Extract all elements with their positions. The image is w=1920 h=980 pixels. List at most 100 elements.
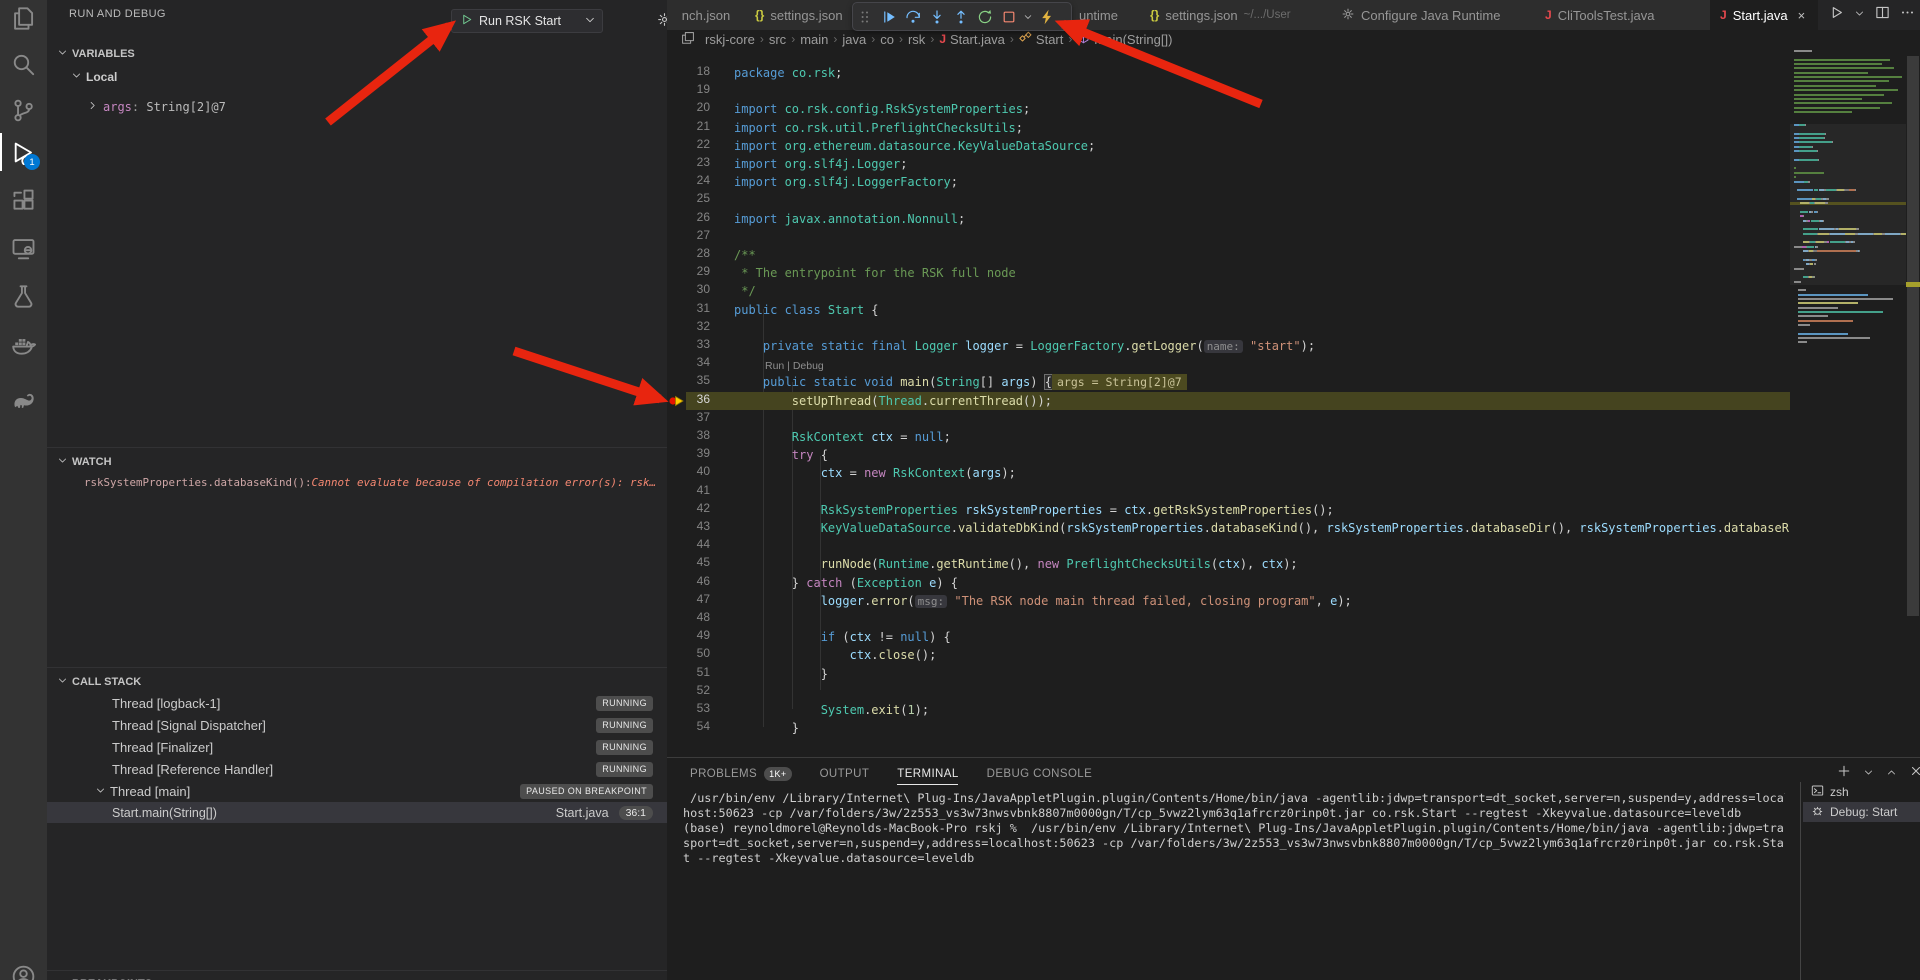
- step-into-icon[interactable]: [925, 5, 949, 29]
- terminal-list-item-zsh[interactable]: zsh: [1803, 782, 1920, 802]
- code-line[interactable]: }: [734, 665, 828, 683]
- watch-section-header[interactable]: WATCH: [47, 452, 667, 471]
- breadcrumb-item[interactable]: main(String[]): [1077, 31, 1172, 47]
- tab-nch-json[interactable]: nch.json: [667, 0, 746, 30]
- breadcrumb-item[interactable]: src: [769, 32, 786, 47]
- breadcrumb-item[interactable]: JStart.java: [939, 32, 1005, 47]
- activity-bar-item-remote-explorer[interactable]: [0, 228, 47, 268]
- breadcrumb-item[interactable]: Start: [1019, 31, 1063, 47]
- chevron-down-icon[interactable]: [1021, 5, 1035, 29]
- call-stack-thread-row[interactable]: Thread [logback-1]RUNNING: [47, 692, 667, 714]
- run-configuration-button[interactable]: Run RSK Start: [451, 9, 603, 33]
- chevron-down-icon: [95, 785, 106, 796]
- close-icon[interactable]: ×: [1798, 8, 1806, 23]
- line-number: 46: [667, 574, 710, 588]
- breadcrumb-item[interactable]: rskj-core: [705, 32, 755, 47]
- line-number: 34: [667, 355, 710, 369]
- code-line[interactable]: ctx.close();: [734, 646, 936, 664]
- code-line[interactable]: System.exit(1);: [734, 701, 929, 719]
- call-stack-thread-row[interactable]: Thread [main]PAUSED ON BREAKPOINT: [47, 780, 667, 802]
- variable-row-args[interactable]: args : String[2]@7: [47, 98, 667, 116]
- code-line[interactable]: public class Start {: [734, 301, 879, 319]
- stop-icon[interactable]: [997, 5, 1021, 29]
- breadcrumb-item[interactable]: rsk: [908, 32, 925, 47]
- activity-bar-item-extensions[interactable]: [0, 180, 47, 220]
- variables-section-header[interactable]: VARIABLES: [47, 44, 667, 63]
- code-line[interactable]: try {: [734, 446, 828, 464]
- line-number: 31: [667, 301, 710, 315]
- call-stack-section-header[interactable]: CALL STACK: [47, 672, 667, 691]
- code-line[interactable]: ctx = new RskContext(args);: [734, 464, 1016, 482]
- watch-expression: rskSystemProperties.databaseKind():: [84, 476, 312, 489]
- code-line[interactable]: private static final Logger logger = Log…: [734, 337, 1315, 356]
- code-line[interactable]: package co.rsk;: [734, 64, 842, 82]
- code-line[interactable]: import org.slf4j.LoggerFactory;: [734, 173, 958, 191]
- breakpoint-current-line-icon[interactable]: [668, 392, 686, 410]
- code-line[interactable]: /**: [734, 246, 756, 264]
- tab-start-java[interactable]: JStart.java×: [1710, 0, 1819, 30]
- step-out-icon[interactable]: [949, 5, 973, 29]
- code-line[interactable]: if (ctx != null) {: [734, 628, 951, 646]
- call-stack-thread-row[interactable]: Thread [Signal Dispatcher]RUNNING: [47, 714, 667, 736]
- line-number: 39: [667, 446, 710, 460]
- restart-icon[interactable]: [973, 5, 997, 29]
- code-line[interactable]: public static void main(String[] args) {: [734, 373, 1052, 391]
- line-number: 49: [667, 628, 710, 642]
- step-over-icon[interactable]: [901, 5, 925, 29]
- gear-icon[interactable]: [657, 12, 667, 32]
- terminal-list-item-debug-start[interactable]: Debug: Start: [1803, 802, 1920, 822]
- code-line[interactable]: RskContext ctx = null;: [734, 428, 951, 446]
- code-editor[interactable]: 18package co.rsk;1920import co.rsk.confi…: [667, 48, 1790, 757]
- activity-bar-item-run-debug[interactable]: [0, 132, 47, 172]
- activity-bar-item-test[interactable]: [0, 276, 47, 316]
- code-line[interactable]: setUpThread(Thread.currentThread());: [734, 392, 1052, 410]
- call-stack-thread-row[interactable]: Thread [Reference Handler]RUNNING: [47, 758, 667, 780]
- code-line[interactable]: KeyValueDataSource.validateDbKind(rskSys…: [734, 519, 1789, 537]
- activity-bar-item-source-control[interactable]: [0, 90, 47, 130]
- tab-configure-java-runtime[interactable]: Configure Java Runtime: [1331, 0, 1536, 30]
- breadcrumb-item[interactable]: main: [800, 32, 828, 47]
- stack-frame-row[interactable]: Start.main(String[]) Start.java 36:1: [47, 802, 667, 823]
- code-line[interactable]: logger.error(msg: "The RSK node main thr…: [734, 592, 1352, 611]
- activity-bar-item-account[interactable]: [0, 956, 47, 980]
- call-stack-thread-row[interactable]: Thread [Finalizer]RUNNING: [47, 736, 667, 758]
- code-line[interactable]: import co.rsk.config.RskSystemProperties…: [734, 100, 1030, 118]
- close-icon: [1909, 764, 1920, 778]
- panel-tab-problems[interactable]: PROBLEMS1K+: [690, 761, 792, 787]
- breadcrumb[interactable]: rskj-core›src›main›java›co›rsk›JStart.ja…: [667, 30, 1821, 48]
- hot-code-replace-icon[interactable]: [1035, 5, 1059, 29]
- activity-bar-item-search[interactable]: [0, 44, 47, 84]
- activity-bar-item-docker[interactable]: [0, 324, 47, 364]
- code-line[interactable]: } catch (Exception e) {: [734, 574, 958, 592]
- variables-scope-local[interactable]: Local: [47, 68, 667, 86]
- continue-icon[interactable]: [877, 5, 901, 29]
- minimap[interactable]: [1790, 48, 1906, 757]
- remote-explorer-icon: [11, 236, 36, 261]
- scrollbar-thumb[interactable]: [1907, 56, 1919, 616]
- chevron-down-icon[interactable]: [584, 14, 596, 29]
- code-line[interactable]: import org.slf4j.Logger;: [734, 155, 907, 173]
- code-line[interactable]: * The entrypoint for the RSK full node: [734, 264, 1016, 282]
- code-line[interactable]: runNode(Runtime.getRuntime(), new Prefli…: [734, 555, 1298, 573]
- code-line[interactable]: RskSystemProperties rskSystemProperties …: [734, 501, 1334, 519]
- breadcrumb-item[interactable]: java: [842, 32, 866, 47]
- breadcrumb-item[interactable]: co: [880, 32, 894, 47]
- overview-ruler-scrollbar[interactable]: [1906, 30, 1920, 757]
- watch-expression-row[interactable]: rskSystemProperties.databaseKind(): Cann…: [47, 474, 667, 491]
- tab-clitoolstest-java[interactable]: JCliToolsTest.java: [1535, 0, 1711, 30]
- thread-label: Thread [logback-1]: [112, 696, 220, 711]
- chevron-right-icon[interactable]: [87, 100, 98, 114]
- tab-label: Configure Java Runtime: [1361, 8, 1500, 23]
- activity-bar-item-explorer[interactable]: [0, 0, 47, 38]
- code-line[interactable]: import javax.annotation.Nonnull;: [734, 210, 965, 228]
- code-line[interactable]: import org.ethereum.datasource.KeyValueD…: [734, 137, 1095, 155]
- activity-bar-item-gradle[interactable]: [0, 380, 47, 420]
- code-line[interactable]: import co.rsk.util.PreflightChecksUtils;: [734, 119, 1023, 137]
- codelens-run-debug[interactable]: Run | Debug: [765, 360, 824, 372]
- panel-tab-output[interactable]: OUTPUT: [820, 761, 870, 787]
- tab-settings-json[interactable]: {}settings.json~/.../User: [1140, 0, 1332, 30]
- breakpoints-section-header[interactable]: BREAKPOINTS: [47, 974, 667, 980]
- code-line[interactable]: }: [734, 719, 799, 737]
- code-line[interactable]: */: [734, 282, 756, 300]
- panel-tab-debug-console[interactable]: DEBUG CONSOLE: [987, 761, 1093, 787]
